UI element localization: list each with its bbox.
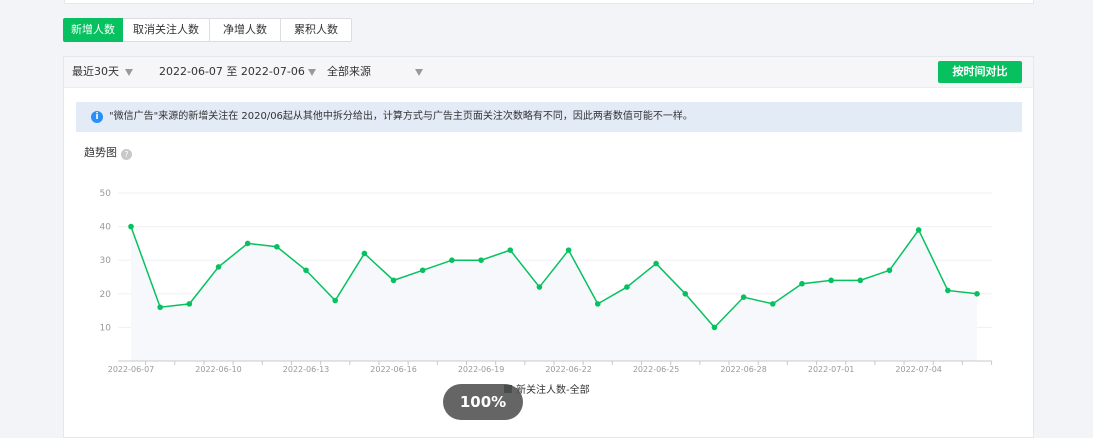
data-point	[449, 257, 455, 264]
data-point	[711, 324, 718, 331]
data-point	[244, 240, 251, 247]
y-tick-label: 40	[100, 223, 112, 233]
data-point	[303, 267, 309, 274]
data-point	[653, 260, 659, 267]
data-point	[478, 257, 484, 264]
data-point	[915, 227, 922, 233]
zoom-level-badge: 100%	[443, 384, 523, 420]
data-point	[828, 277, 834, 284]
data-point	[332, 297, 339, 304]
data-point	[215, 264, 222, 270]
data-point	[157, 304, 163, 311]
data-point	[390, 277, 397, 284]
x-tick-label: 2022-06-19	[458, 365, 505, 374]
data-point	[886, 267, 893, 274]
data-point	[536, 284, 543, 290]
data-point	[974, 291, 980, 297]
data-point	[507, 247, 514, 253]
legend-label: 新关注人数-全部	[516, 383, 590, 396]
x-tick-label: 2022-06-07	[108, 365, 155, 374]
y-tick-label: 10	[100, 323, 112, 333]
x-tick-label: 2022-06-10	[195, 365, 242, 374]
x-tick-label: 2022-06-13	[283, 365, 330, 374]
x-tick-label: 2022-06-28	[720, 365, 767, 374]
x-tick-label: 2022-07-04	[895, 365, 942, 374]
data-point	[740, 294, 747, 300]
data-point	[682, 291, 689, 297]
data-point	[594, 301, 601, 307]
trend-line-chart: 10 20 30 40 50 2022-06-07 2022-06-10 2022-06-13…	[100, 189, 993, 396]
data-point	[186, 301, 193, 307]
data-point	[274, 243, 280, 250]
x-tick-label: 2022-06-22	[545, 365, 592, 374]
y-tick-label: 30	[100, 256, 112, 266]
data-point	[769, 301, 776, 307]
data-point	[624, 284, 630, 290]
x-tick-label: 2022-07-01	[808, 365, 855, 374]
y-tick-label: 20	[100, 290, 112, 300]
data-point	[128, 223, 134, 230]
data-point	[361, 250, 368, 257]
data-point	[565, 247, 572, 253]
data-point	[799, 280, 805, 287]
area-fill	[131, 226, 977, 361]
x-tick-label: 2022-06-16	[370, 365, 417, 374]
y-tick-label: 50	[100, 189, 112, 199]
data-point	[419, 267, 426, 274]
data-point	[945, 287, 951, 294]
data-point	[857, 277, 864, 284]
x-tick-label: 2022-06-25	[633, 365, 680, 374]
